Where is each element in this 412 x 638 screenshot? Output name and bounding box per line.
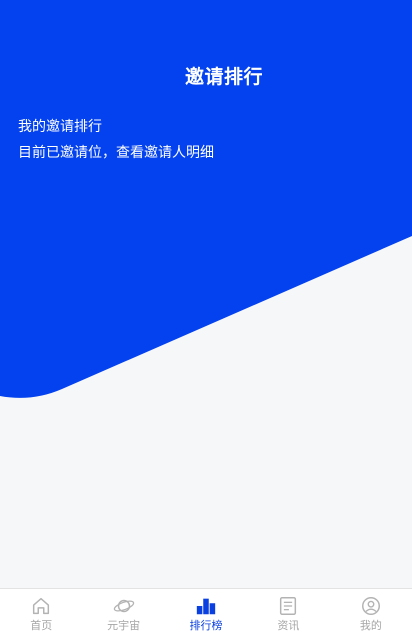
invite-intro: 我的邀请排行 目前已邀请位，查看邀请人明细: [18, 114, 214, 166]
tab-metaverse-label: 元宇宙: [107, 619, 141, 632]
tab-metaverse[interactable]: 元宇宙: [82, 589, 164, 638]
news-icon: [280, 597, 297, 615]
bottom-tab-bar: 首页 元宇宙 排行榜 资讯 我的: [0, 588, 412, 638]
planet-icon: [113, 599, 134, 613]
tab-home-label: 首页: [30, 619, 53, 632]
tab-ranking[interactable]: 排行榜: [165, 589, 247, 638]
invite-rank-label: 我的邀请排行: [18, 119, 102, 135]
ranking-icon: [196, 598, 216, 615]
page-title: 邀请排行: [184, 66, 263, 88]
tab-profile-label: 我的: [359, 619, 382, 632]
tab-profile[interactable]: 我的: [330, 589, 412, 638]
home-icon: [33, 597, 50, 615]
tab-home[interactable]: 首页: [0, 589, 82, 638]
profile-icon: [361, 597, 380, 615]
tab-ranking-label: 排行榜: [189, 619, 223, 632]
tab-news[interactable]: 资讯: [247, 589, 329, 638]
tab-news-label: 资讯: [277, 619, 300, 632]
invite-count-link[interactable]: 目前已邀请位，查看邀请人明细: [18, 140, 214, 166]
